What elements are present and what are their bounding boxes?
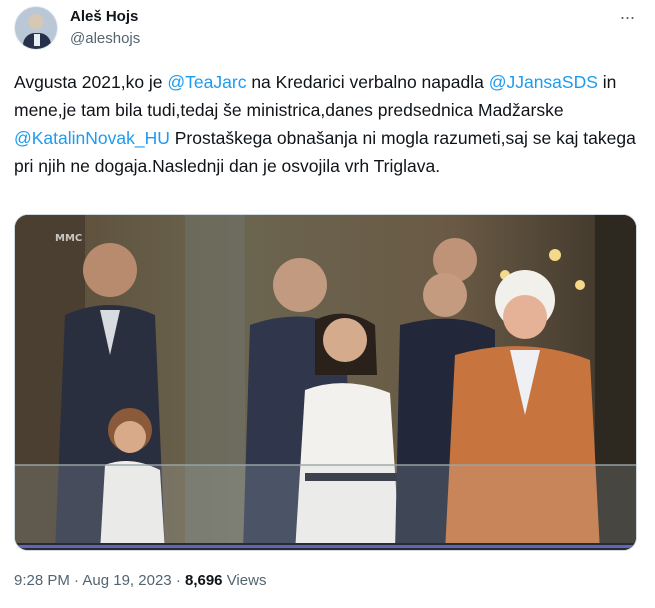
views-label: Views (226, 572, 267, 589)
views-count: 8,696 (184, 572, 223, 589)
mention-link[interactable]: @KatalinNovak_HU (14, 128, 170, 148)
photo-illustration: MMC (15, 215, 636, 550)
mention-link[interactable]: @TeaJarc (167, 72, 246, 92)
avatar[interactable] (14, 6, 58, 50)
post-time[interactable]: 9:28 PM (14, 572, 70, 589)
tweet-metadata: 9:28 PM · Aug 19, 2023 · 8,696 Views (14, 572, 266, 589)
tweet-text: Avgusta 2021,ko je @TeaJarc na Kredarici… (14, 68, 639, 180)
tweet-text-segment: Avgusta 2021,ko je (14, 72, 168, 92)
watermark: MMC (55, 233, 82, 244)
more-horizontal-icon[interactable]: ··· (616, 8, 638, 28)
tweet-card: Aleš Hojs @aleshojs ··· Avgusta 2021,ko … (0, 0, 655, 608)
author-handle[interactable]: @aleshojs (70, 30, 140, 47)
tweet-photo[interactable]: MMC (14, 214, 637, 551)
meta-separator: · (175, 572, 181, 589)
mention-link[interactable]: @JJansaSDS (489, 72, 598, 92)
tweet-text-segment: na Kredarici verbalno napadla (246, 72, 489, 92)
meta-separator: · (74, 572, 80, 589)
author-name[interactable]: Aleš Hojs (70, 8, 138, 25)
avatar-shirt (34, 34, 40, 46)
post-date[interactable]: Aug 19, 2023 (82, 572, 171, 589)
